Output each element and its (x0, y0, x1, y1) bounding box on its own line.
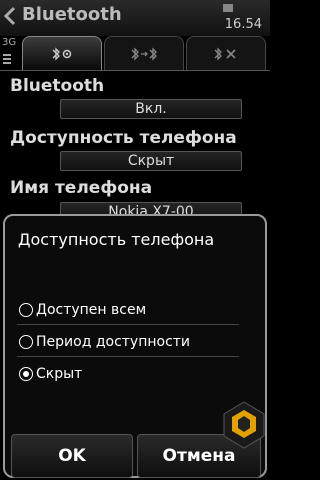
network-type: 3G (2, 37, 17, 48)
option-divider (17, 356, 239, 357)
radio-button-selected-icon (19, 367, 33, 381)
clock: 16.54 (224, 17, 262, 32)
ok-button[interactable]: OK (11, 434, 133, 478)
tab-bluetooth-settings[interactable] (22, 36, 102, 70)
tab-blocked-devices[interactable] (186, 36, 266, 70)
paired-devices-icon (131, 46, 157, 61)
bluetooth-settings-icon (52, 46, 72, 61)
radio-button-icon (19, 335, 33, 349)
option-visible-to-all[interactable]: Доступен всем (19, 296, 239, 324)
setting-label-bluetooth: Bluetooth (10, 76, 105, 96)
tab-paired-devices[interactable] (104, 36, 184, 70)
option-visibility-period[interactable]: Период доступности (19, 328, 239, 356)
tab-bar (22, 36, 268, 70)
back-arrow-icon[interactable] (2, 6, 18, 26)
option-divider (17, 324, 239, 325)
radio-button-icon (19, 303, 33, 317)
battery-icon (223, 4, 233, 12)
option-hidden[interactable]: Скрыт (19, 360, 239, 388)
setting-value-bluetooth[interactable]: Вкл. (60, 99, 242, 119)
setting-value-visibility[interactable]: Скрыт (60, 151, 242, 171)
dialog-title: Доступность телефона (18, 230, 215, 249)
option-label: Период доступности (36, 334, 191, 350)
setting-label-phone-name: Имя телефона (10, 178, 153, 198)
status-bar: Bluetooth 16.54 (0, 0, 270, 36)
tab-divider (0, 70, 270, 71)
watermark-logo-icon (223, 401, 265, 449)
setting-label-visibility: Доступность телефона (10, 128, 237, 148)
app-title: Bluetooth (22, 4, 122, 25)
signal-strength-icon (3, 54, 11, 64)
option-label: Доступен всем (36, 302, 147, 318)
option-label: Скрыт (36, 366, 83, 382)
blocked-devices-icon (214, 46, 236, 61)
